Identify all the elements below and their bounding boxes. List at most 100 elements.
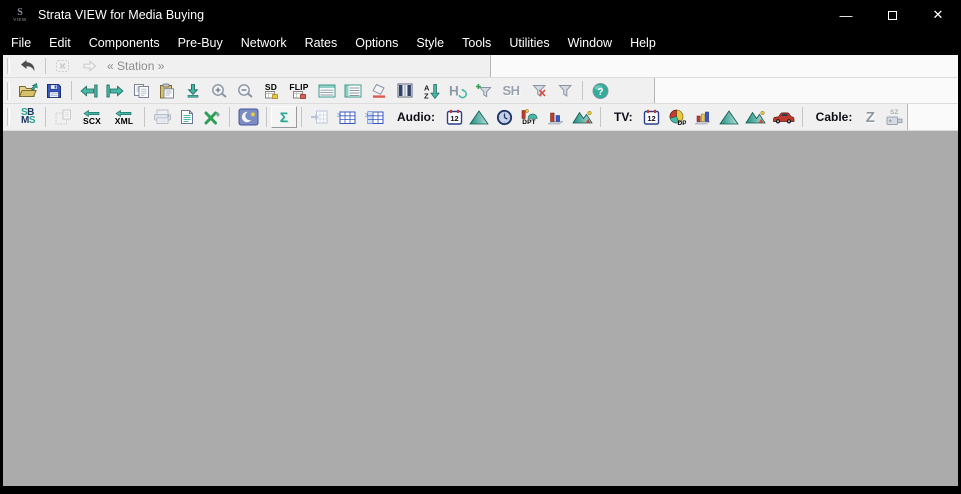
excel-x-icon [204,111,220,125]
filter-button[interactable] [552,80,578,102]
audio-trends-button[interactable] [568,106,596,128]
toolbar-grip[interactable] [7,81,10,100]
cable-z-button[interactable]: Z [859,106,881,128]
go-arrow-icon [82,59,96,73]
show-hidden-button[interactable]: SH [496,80,526,102]
sd-button[interactable]: SD [258,80,284,102]
app-window: S VIEW Strata VIEW for Media Buying — ✕ … [0,0,961,494]
undo-button[interactable] [15,55,41,77]
sort-az-icon: A Z [424,83,440,99]
sbms-button[interactable]: SB MS [15,106,41,128]
toolbar-grip[interactable] [7,58,10,74]
tv-trends-button[interactable] [742,106,770,128]
copy-icon [133,83,149,98]
tv-daypart-pie-button[interactable]: DP [664,106,690,128]
app-icon: S VIEW [11,7,29,23]
zoom-out-button[interactable] [232,80,258,102]
audio-schedule-button[interactable]: 12 [442,106,466,128]
menu-item-help[interactable]: Help [621,33,665,53]
help-button[interactable]: ? [587,80,613,102]
tv-barchart-button[interactable] [690,106,716,128]
shift-right-button[interactable] [102,80,128,102]
printer-icon [153,109,171,124]
add-filter-button[interactable] [470,80,496,102]
area-chart-icon [571,110,593,124]
menu-item-options[interactable]: Options [346,33,407,53]
z-icon: Z [865,108,875,126]
excel-export-button[interactable] [199,106,225,128]
row-style-button[interactable] [314,80,340,102]
menu-item-rates[interactable]: Rates [296,33,347,53]
menu-item-file[interactable]: File [2,33,40,53]
flip-label: FLIP [289,81,309,92]
audio-barchart-button[interactable] [542,106,568,128]
menu-item-components[interactable]: Components [80,33,169,53]
print-button[interactable] [149,106,175,128]
grid-view-alt-button[interactable] [360,106,388,128]
shift-left-button[interactable] [76,80,102,102]
tv-ranker-button[interactable] [716,106,742,128]
audio-dpt-button[interactable]: DPT [516,106,542,128]
menu-item-style[interactable]: Style [407,33,453,53]
dpt-label: DPT [522,119,536,126]
xml-import-button[interactable]: XML [108,106,140,128]
menu-item-utilities[interactable]: Utilities [500,33,558,53]
menu-item-network[interactable]: Network [232,33,296,53]
sz-camera-glyph [886,116,903,125]
zoom-in-button[interactable] [206,80,232,102]
menu-item-edit[interactable]: Edit [40,33,80,53]
svg-text:H: H [449,83,459,98]
triangle-icon [718,109,739,124]
flip-button[interactable]: FLIP [284,80,314,102]
folder-open-icon [18,82,38,97]
scx-import-button[interactable]: SCX [76,106,108,128]
toolbar-and-workspace: « Station » SD FLIP A Z H SH ? SB MS SCX… [0,55,961,486]
sh-icon: SH [502,83,520,98]
copy-button[interactable] [128,80,154,102]
grid-view-button[interactable] [332,106,360,128]
document-icon [181,110,193,124]
close-button[interactable]: ✕ [915,0,961,30]
nighttime-button[interactable] [234,106,262,128]
rows-icon [318,84,336,97]
column-style-button[interactable] [392,80,418,102]
audio-daypart-button[interactable] [492,106,516,128]
calendar-12-icon: 12 [446,109,462,125]
sigma-icon: Σ [279,109,289,125]
toolbar-row-components: SB MS SCX XML Σ Audio: 12 DPT TV: 12 DP … [3,104,958,131]
save-button[interactable] [41,80,67,102]
menu-item-tools[interactable]: Tools [453,33,500,53]
app-icon-subtext: VIEW [13,16,27,22]
open-button[interactable] [15,80,41,102]
sd-label: SD [264,81,278,92]
preview-button[interactable] [175,106,199,128]
audio-ranker-button[interactable] [466,106,492,128]
tv-auto-button[interactable] [770,106,798,128]
menu-item-prebuy[interactable]: Pre-Buy [169,33,232,53]
tv-schedule-button[interactable]: 12 [640,106,664,128]
pie-chart-dp-icon: DP [669,109,687,126]
sz-label: SZ [890,108,899,116]
bar-chart-icon [694,111,711,125]
table-sparkle-icon [336,110,356,124]
paste-button[interactable] [154,80,180,102]
funnel-plus-icon [475,84,492,98]
menu-item-window[interactable]: Window [559,33,621,53]
maximize-button[interactable] [869,0,915,30]
tv-section-label: TV: [614,110,633,124]
svg-text:DP: DP [678,120,687,126]
window-controls: — ✕ [823,0,961,30]
toolbar-row-main: SD FLIP A Z H SH ? [3,78,958,104]
sd-box-glyph [264,90,278,99]
remove-filter-button[interactable] [526,80,552,102]
sort-button[interactable]: A Z [418,80,444,102]
undo-icon [21,59,35,71]
row-style-alt-button[interactable] [340,80,366,102]
window-title: Strata VIEW for Media Buying [38,8,205,22]
totals-button[interactable]: Σ [271,106,297,128]
toolbar-grip[interactable] [7,107,10,127]
highlight-button[interactable] [366,80,392,102]
hide-refresh-button[interactable]: H [444,80,470,102]
import-to-line-button[interactable] [180,80,206,102]
minimize-button[interactable]: — [823,0,869,30]
